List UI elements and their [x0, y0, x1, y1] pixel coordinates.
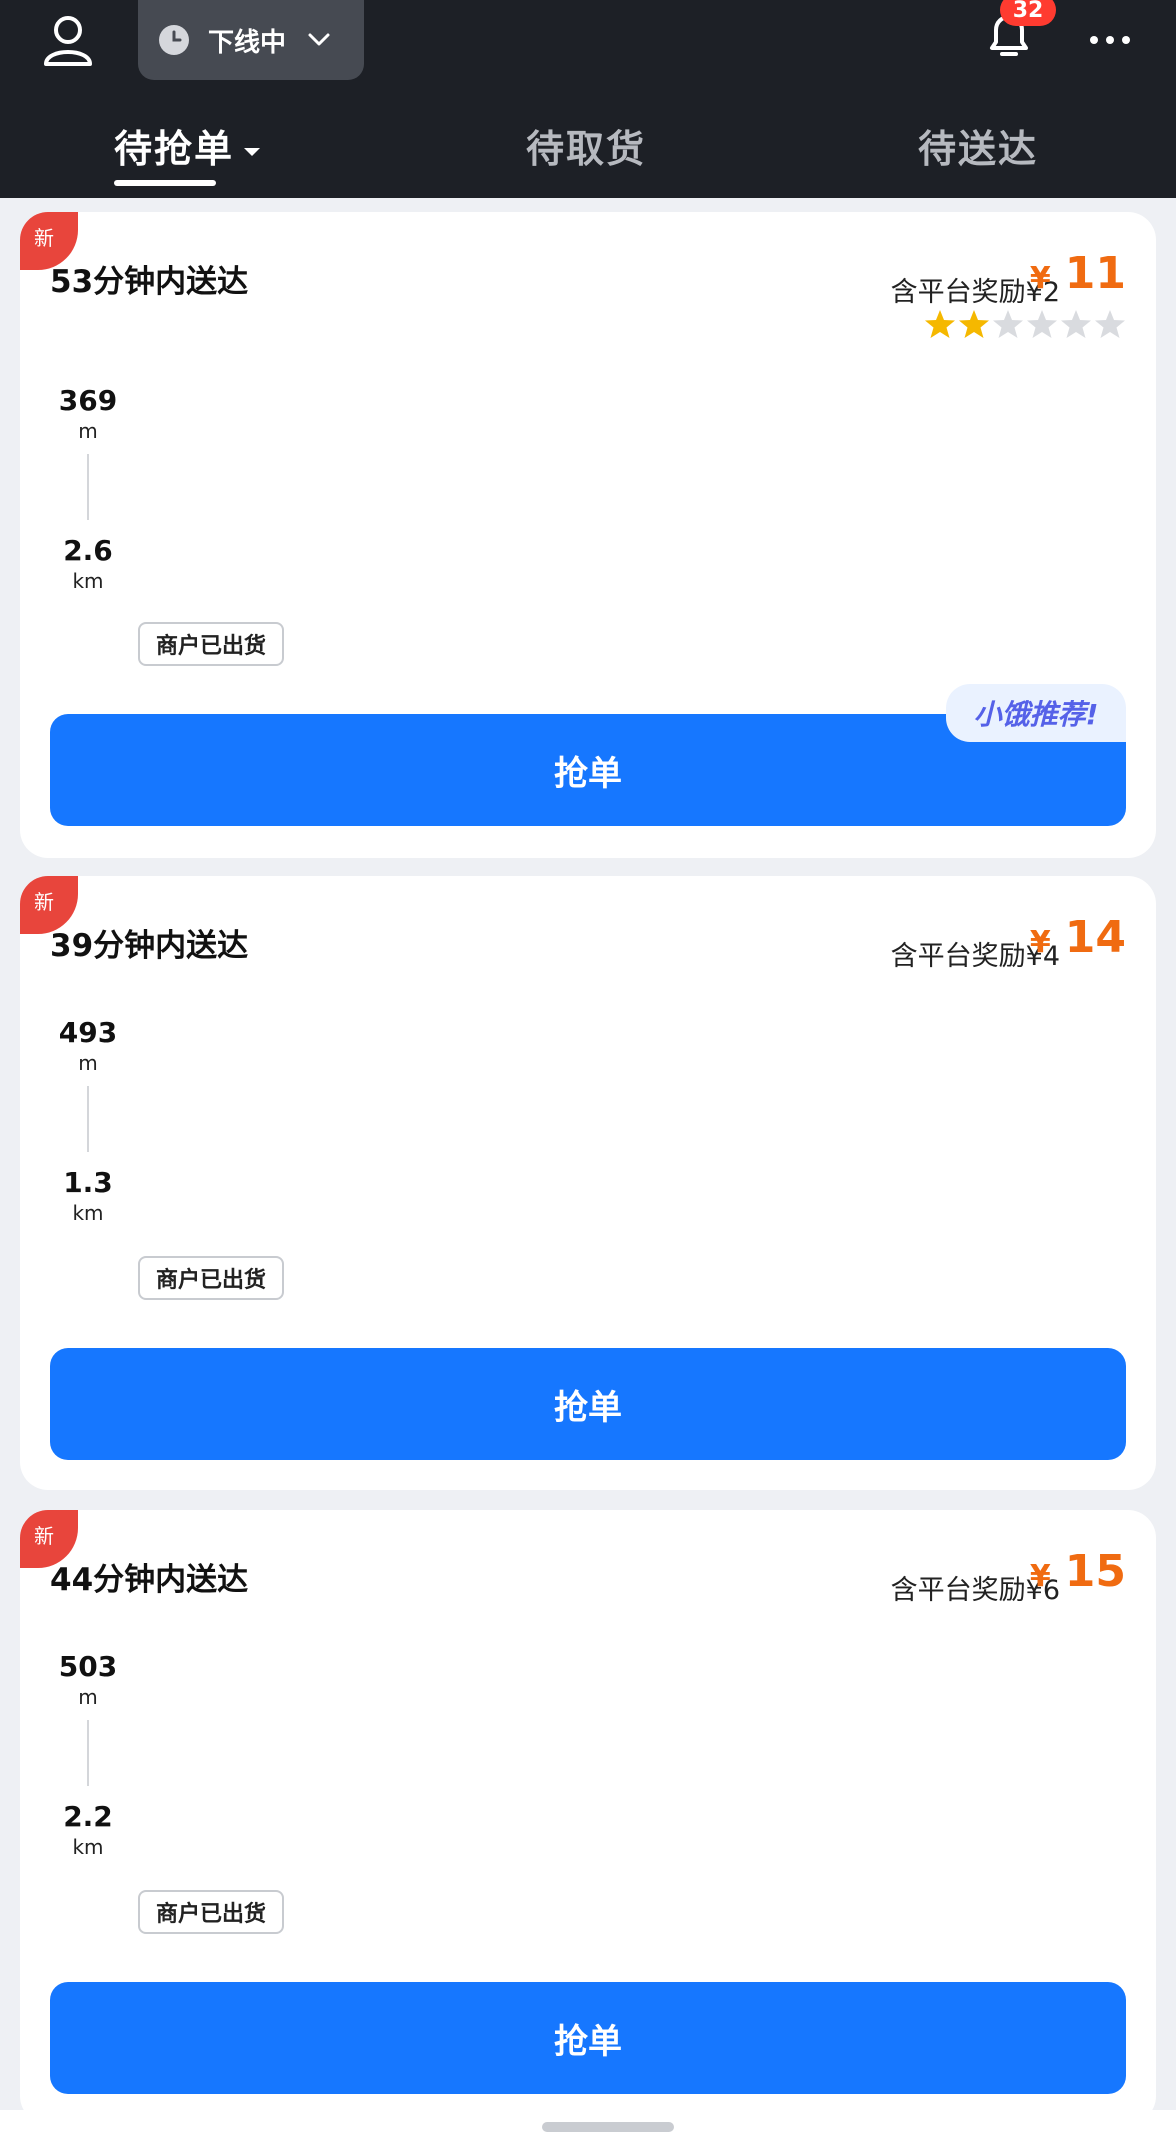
price-value: 14 [1064, 912, 1126, 963]
order-card[interactable]: 新 39分钟内送达 含平台奖励¥4 ¥ 14 493 m 1.3 km 商户已出… [20, 876, 1156, 1490]
pickup-distance-unit: m [78, 1051, 98, 1075]
active-tab-indicator [114, 180, 216, 186]
route-line [87, 1720, 89, 1786]
price-value: 11 [1064, 248, 1126, 299]
delivery-distance: 2.2 km [48, 1800, 128, 1859]
delivery-distance-value: 1.3 [63, 1166, 113, 1199]
order-price: ¥ 15 [1030, 1546, 1126, 1597]
delivery-time: 44分钟内送达 [50, 1562, 249, 1598]
currency-symbol: ¥ [1029, 925, 1051, 960]
currency-symbol: ¥ [1029, 1559, 1051, 1594]
grab-order-button[interactable]: 抢单 [50, 1348, 1126, 1460]
top-header: 下线中 32 待抢单 待取货 待送达 [0, 0, 1176, 198]
tab-label: 待取货 [526, 127, 647, 171]
delivery-distance-unit: km [72, 569, 104, 593]
route-line [87, 454, 89, 520]
chevron-down-icon [308, 33, 330, 46]
delivery-distance: 2.6 km [48, 534, 128, 593]
order-price: ¥ 11 [1030, 248, 1126, 299]
delivery-distance-unit: km [72, 1201, 104, 1225]
bottom-safe-area [0, 2110, 1176, 2154]
pickup-distance-value: 503 [58, 1650, 118, 1683]
delivery-distance: 1.3 km [48, 1166, 128, 1225]
pickup-distance-value: 493 [58, 1016, 118, 1049]
pickup-distance-value: 369 [58, 384, 118, 417]
star-empty-icon [1061, 310, 1091, 338]
tab-pending-grab[interactable]: 待抢单 [114, 118, 262, 173]
star-filled-icon [925, 310, 955, 338]
more-dots-icon[interactable] [1086, 20, 1134, 60]
pickup-distance: 369 m [48, 384, 128, 443]
delivery-time: 53分钟内送达 [50, 264, 249, 300]
delivery-distance-value: 2.2 [63, 1800, 113, 1833]
pickup-distance-unit: m [78, 1685, 98, 1709]
grab-order-button[interactable]: 抢单 [50, 1982, 1126, 2094]
merchant-shipped-tag: 商户已出货 [138, 622, 284, 666]
route-line [87, 1086, 89, 1152]
tab-pending-pickup[interactable]: 待取货 [526, 118, 646, 173]
delivery-time: 39分钟内送达 [50, 928, 249, 964]
pickup-distance: 493 m [48, 1016, 128, 1075]
rating-stars [924, 308, 1126, 340]
currency-symbol: ¥ [1029, 261, 1051, 296]
clock-icon [159, 25, 189, 55]
price-value: 15 [1064, 1546, 1126, 1597]
star-filled-icon [959, 310, 989, 338]
work-status-label: 下线中 [208, 27, 287, 58]
notification-count-badge: 32 [1000, 0, 1056, 26]
merchant-shipped-tag: 商户已出货 [138, 1256, 284, 1300]
delivery-distance-value: 2.6 [63, 534, 113, 567]
order-card[interactable]: 新 44分钟内送达 含平台奖励¥6 ¥ 15 503 m 2.2 km 商户已出… [20, 1510, 1156, 2124]
star-empty-icon [1027, 310, 1057, 338]
user-icon[interactable] [40, 12, 96, 68]
star-empty-icon [1095, 310, 1125, 338]
home-indicator[interactable] [542, 2122, 674, 2132]
order-price: ¥ 14 [1030, 912, 1126, 963]
pickup-distance-unit: m [78, 419, 98, 443]
tab-label: 待抢单 [114, 127, 235, 171]
delivery-distance-unit: km [72, 1835, 104, 1859]
caret-down-icon [244, 147, 261, 156]
star-empty-icon [993, 310, 1023, 338]
order-card[interactable]: 新 53分钟内送达 含平台奖励¥2 ¥ 11 369 m 2.6 km 商户已出… [20, 212, 1156, 858]
recommend-tag: 小饿推荐! [946, 684, 1126, 742]
tab-pending-delivery[interactable]: 待送达 [918, 118, 1038, 173]
pickup-distance: 503 m [48, 1650, 128, 1709]
tab-label: 待送达 [918, 127, 1039, 171]
work-status-selector[interactable]: 下线中 [138, 0, 364, 80]
notifications-button[interactable]: 32 [982, 0, 1056, 72]
merchant-shipped-tag: 商户已出货 [138, 1890, 284, 1934]
